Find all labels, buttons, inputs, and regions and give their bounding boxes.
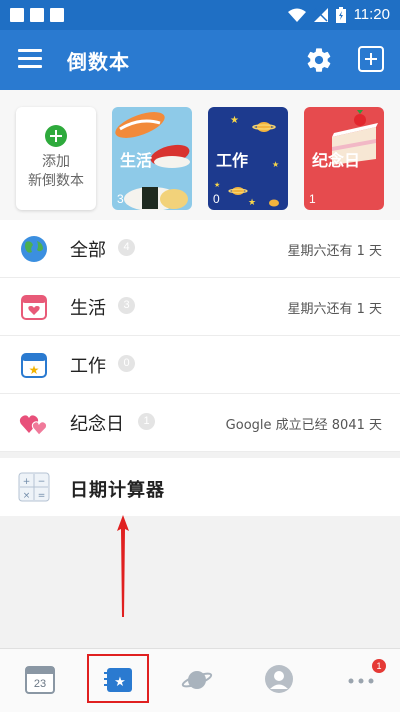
list-item-status: Google 成立已经 8041 天 — [225, 418, 382, 433]
list-item-all[interactable]: 全部 4 星期六还有 1 天 — [0, 220, 400, 278]
book-title: 工作 — [216, 151, 249, 170]
svg-text:+: + — [23, 477, 31, 487]
status-bar: 11:20 — [0, 0, 400, 30]
list-item-status: 星期六还有 1 天 — [287, 244, 382, 259]
planet-icon — [181, 671, 213, 689]
menu-button[interactable] — [18, 49, 42, 71]
svg-text:=: = — [38, 491, 46, 501]
list-item-label: 生活 — [70, 298, 106, 319]
page-title: 倒数本 — [67, 50, 130, 74]
list-item-label: 工作 — [70, 356, 106, 377]
list-item-anniversary[interactable]: 纪念日 1 Google 成立已经 8041 天 — [0, 394, 400, 452]
list-item-label: 纪念日 — [70, 414, 124, 435]
svg-text:−: − — [38, 477, 46, 487]
book-count: 0 — [213, 192, 220, 206]
wifi-icon — [287, 8, 306, 22]
book-count: 3 — [117, 192, 124, 206]
add-book-label-line2: 新倒数本 — [28, 173, 84, 189]
settings-gear-icon[interactable] — [305, 46, 333, 74]
notification-badge: 1 — [372, 659, 386, 673]
calendar-day-number: 23 — [33, 678, 47, 690]
add-book-card[interactable]: 添加 新倒数本 — [16, 107, 96, 210]
avatar-icon — [265, 665, 293, 693]
tab-calendar[interactable]: 23 — [10, 649, 70, 712]
add-book-label-line1: 添加 — [42, 154, 70, 170]
list-item-life[interactable]: 生活 3 星期六还有 1 天 — [0, 278, 400, 336]
calculator-icon: + − × = — [18, 472, 50, 502]
status-time: 11:20 — [353, 6, 390, 23]
book-card-life[interactable]: 生活 3 — [112, 107, 192, 210]
battery-icon — [335, 6, 346, 23]
add-plus-icon — [45, 125, 67, 147]
bottom-navigation: 23 ★ — [0, 648, 400, 712]
date-calculator-item[interactable]: + − × = 日期计算器 — [0, 458, 400, 516]
svg-text:★: ★ — [248, 198, 256, 208]
notification-icon — [10, 8, 24, 22]
globe-icon — [21, 236, 47, 262]
annotation-arrow — [117, 515, 129, 617]
tab-profile[interactable] — [250, 649, 310, 712]
list-item-status: 星期六还有 1 天 — [287, 302, 382, 317]
list-item-count: 0 — [118, 355, 135, 372]
book-title: 纪念日 — [312, 151, 361, 170]
signal-icon — [313, 7, 328, 22]
calendar-star-icon: ★ — [21, 353, 47, 378]
list-item-work[interactable]: ★ 工作 0 — [0, 336, 400, 394]
hearts-icon — [19, 415, 48, 436]
countdown-books-strip: 添加 新倒数本 生活 3 ★ ★ ★ ★ 工作 0 纪念日 1 — [0, 90, 400, 220]
svg-text:★: ★ — [29, 363, 40, 377]
tab-discover[interactable] — [167, 649, 227, 712]
app-bar: 倒数本 — [0, 30, 400, 90]
highlight-box — [87, 654, 149, 703]
calendar-heart-icon — [21, 295, 47, 320]
list-item-count: 1 — [138, 413, 155, 430]
list-item-label: 全部 — [70, 240, 106, 261]
list-item-count: 3 — [118, 297, 135, 314]
book-card-work[interactable]: ★ ★ ★ ★ 工作 0 — [208, 107, 288, 210]
svg-text:★: ★ — [230, 115, 239, 126]
svg-text:★: ★ — [214, 181, 220, 189]
date-calculator-label: 日期计算器 — [70, 480, 165, 501]
svg-text:×: × — [23, 491, 31, 501]
notification-icon — [50, 8, 64, 22]
add-countdown-button[interactable] — [358, 46, 384, 72]
more-dots-icon — [348, 678, 374, 684]
book-count: 1 — [309, 192, 316, 206]
book-title: 生活 — [120, 151, 153, 170]
notification-icons — [10, 8, 64, 22]
list-item-count: 4 — [118, 239, 135, 256]
book-card-anniversary[interactable]: 纪念日 1 — [304, 107, 384, 210]
svg-text:★: ★ — [272, 160, 279, 169]
notification-icon — [30, 8, 44, 22]
category-list: 全部 4 星期六还有 1 天 生活 3 星期六还有 1 天 ★ 工作 0 纪念日… — [0, 220, 400, 452]
